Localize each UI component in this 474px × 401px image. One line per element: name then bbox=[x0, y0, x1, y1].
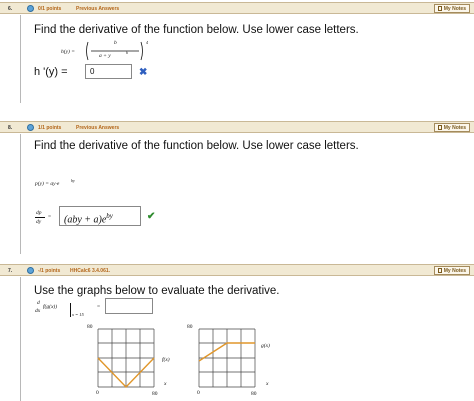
answer-input[interactable]: 0 bbox=[85, 64, 132, 79]
previous-answers-link[interactable]: Previous Answers bbox=[76, 125, 119, 131]
f-graph bbox=[97, 328, 155, 389]
f-graph-x-max: 80 bbox=[152, 391, 158, 397]
evaluation-point: x = 15 bbox=[72, 312, 84, 317]
question-prompt: Find the derivative of the function belo… bbox=[34, 140, 359, 152]
f-graph-y-max: 80 bbox=[87, 324, 93, 330]
function-definition: p(y) = ay·e bbox=[35, 181, 60, 187]
g-graph-x-max: 80 bbox=[251, 391, 257, 397]
my-notes-button[interactable]: My Notes bbox=[433, 123, 470, 132]
function-power: 4 bbox=[146, 40, 148, 45]
equals-sign: = bbox=[48, 214, 52, 220]
my-notes-button[interactable]: My Notes bbox=[433, 4, 470, 13]
question-6-header: 6. 0/1 points Previous Answers My Notes bbox=[0, 2, 474, 14]
answer-input[interactable] bbox=[105, 298, 153, 314]
question-8-body: Find the derivative of the function belo… bbox=[21, 134, 471, 254]
question-number: 8. bbox=[8, 125, 13, 131]
question-7-body: Use the graphs below to evaluate the der… bbox=[21, 277, 471, 401]
g-graph-y-max: 80 bbox=[187, 324, 193, 330]
my-notes-label: My Notes bbox=[443, 268, 466, 274]
derivative-operator-top: d bbox=[37, 300, 40, 306]
my-notes-label: My Notes bbox=[443, 6, 466, 12]
question-6-body: Find the derivative of the function belo… bbox=[21, 15, 471, 105]
function-lhs: h(y) = bbox=[61, 49, 75, 55]
points-label: 1/1 points bbox=[38, 125, 62, 131]
previous-answers-link[interactable]: Previous Answers bbox=[76, 6, 119, 12]
question-prompt: Find the derivative of the function belo… bbox=[34, 24, 359, 36]
fraction-bar bbox=[35, 217, 45, 218]
answer-input[interactable]: (aby + a)eby bbox=[59, 206, 141, 226]
question-expand-icon[interactable] bbox=[27, 5, 34, 12]
my-notes-label: My Notes bbox=[443, 125, 466, 131]
my-notes-button[interactable]: My Notes bbox=[433, 266, 470, 275]
points-label: 0/1 points bbox=[38, 6, 62, 12]
question-prompt: Use the graphs below to evaluate the der… bbox=[34, 285, 280, 297]
question-source-link[interactable]: HHCalc6 3.4.061. bbox=[70, 268, 110, 274]
derivative-operator-bottom: dx bbox=[35, 308, 41, 314]
function-exponent: by bbox=[71, 178, 75, 183]
function-numerator: b bbox=[114, 40, 117, 46]
incorrect-icon: ✖ bbox=[139, 67, 148, 78]
notebook-icon bbox=[437, 125, 442, 130]
answer-label: h '(y) = bbox=[34, 66, 68, 78]
function-expression bbox=[86, 41, 143, 61]
points-label: -/1 points bbox=[38, 268, 61, 274]
function-denominator: a + y bbox=[99, 53, 111, 59]
f-graph-x-axis-label: x bbox=[164, 381, 167, 387]
question-number: 7. bbox=[8, 268, 13, 274]
question-expand-icon[interactable] bbox=[27, 267, 34, 274]
question-number: 6. bbox=[8, 6, 13, 12]
derivative-denominator: dy bbox=[36, 219, 42, 225]
correct-icon: ✔ bbox=[147, 211, 156, 222]
question-expand-icon[interactable] bbox=[27, 124, 34, 131]
notebook-icon bbox=[437, 6, 442, 11]
derivative-numerator: dp bbox=[36, 210, 42, 216]
answer-exponent: by bbox=[106, 212, 113, 220]
question-7-header: 7. -/1 points HHCalc6 3.4.061. My Notes bbox=[0, 264, 474, 276]
notebook-icon bbox=[437, 268, 442, 273]
question-8-header: 8. 1/1 points Previous Answers My Notes bbox=[0, 121, 474, 133]
equals-sign: = bbox=[97, 304, 101, 310]
f-graph-label: f(x) bbox=[162, 357, 170, 363]
answer-value: (aby + a)e bbox=[64, 214, 107, 226]
derivative-expression: f(g(x)) bbox=[43, 304, 58, 310]
g-graph bbox=[198, 328, 256, 388]
denominator-exponent: 6 bbox=[126, 50, 128, 55]
evaluation-bar bbox=[70, 303, 71, 317]
g-graph-x-axis-label: x bbox=[266, 381, 269, 387]
g-graph-label: g(x) bbox=[261, 343, 270, 349]
